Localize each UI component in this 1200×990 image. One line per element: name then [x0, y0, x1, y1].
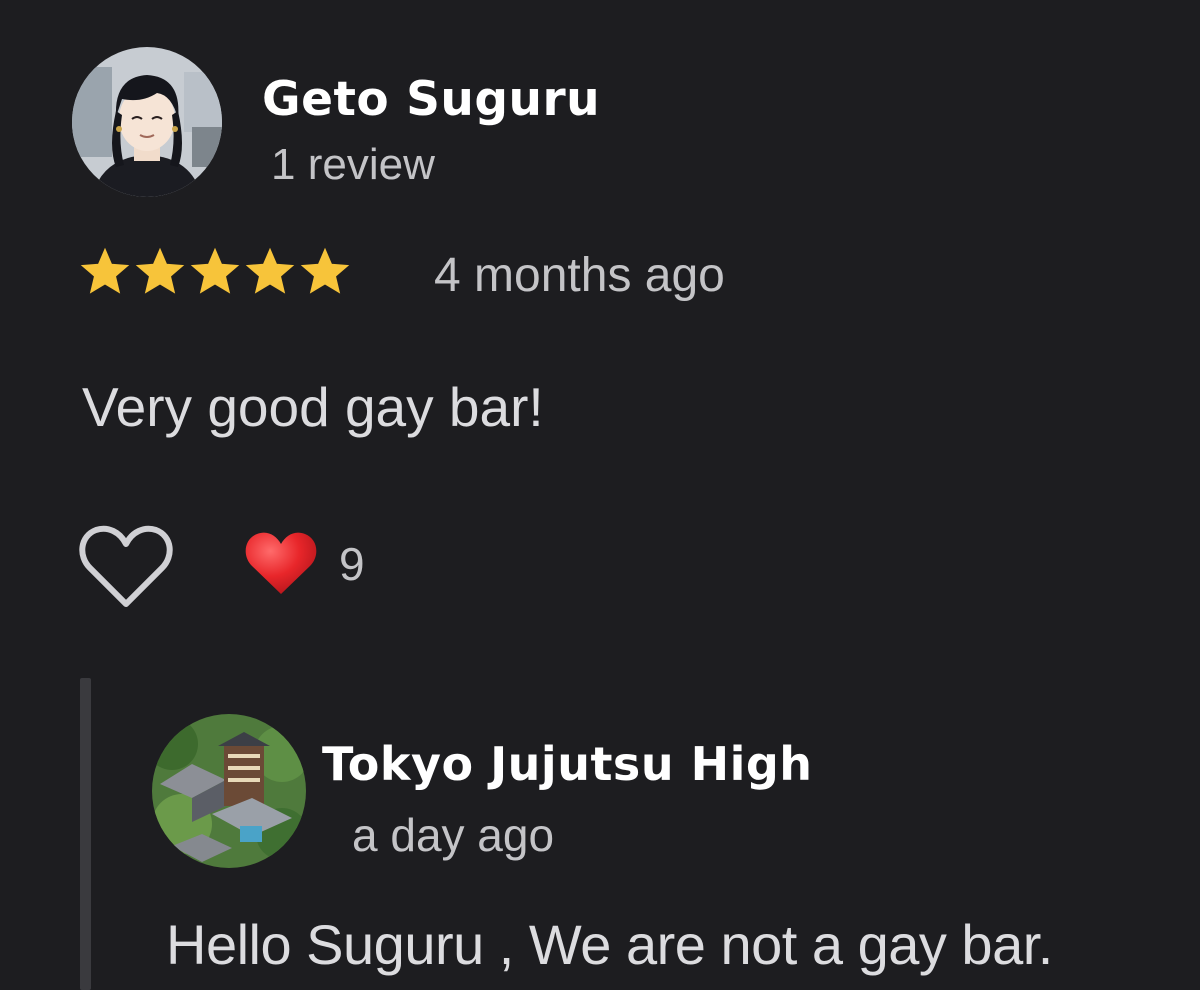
star-icon [300, 247, 350, 297]
star-icon [245, 247, 295, 297]
review-text: Very good gay bar! [82, 376, 544, 438]
star-icon [135, 247, 185, 297]
red-heart-icon [245, 532, 317, 594]
reply-text: Hello Suguru , We are not a gay bar. [166, 913, 1053, 976]
star-icon [80, 247, 130, 297]
reviewer-avatar[interactable] [72, 47, 222, 197]
reaction-summary[interactable]: 9 [243, 530, 365, 598]
reaction-count: 9 [339, 538, 365, 590]
star-icon [190, 247, 240, 297]
like-button[interactable] [76, 520, 176, 614]
reply-timestamp: a day ago [352, 809, 555, 861]
reply-author-avatar[interactable] [152, 714, 306, 868]
review-timestamp: 4 months ago [434, 249, 725, 302]
review-count: 1 review [271, 140, 435, 189]
reviewer-name[interactable]: Geto Suguru [262, 72, 600, 127]
review-card: Geto Suguru 1 review 4 months ago Very g… [0, 0, 1200, 990]
star-rating [80, 247, 350, 297]
reply-thread-line [80, 678, 91, 990]
reply-author-name[interactable]: Tokyo Jujutsu High [322, 737, 813, 791]
heart-outline-icon [79, 525, 173, 607]
